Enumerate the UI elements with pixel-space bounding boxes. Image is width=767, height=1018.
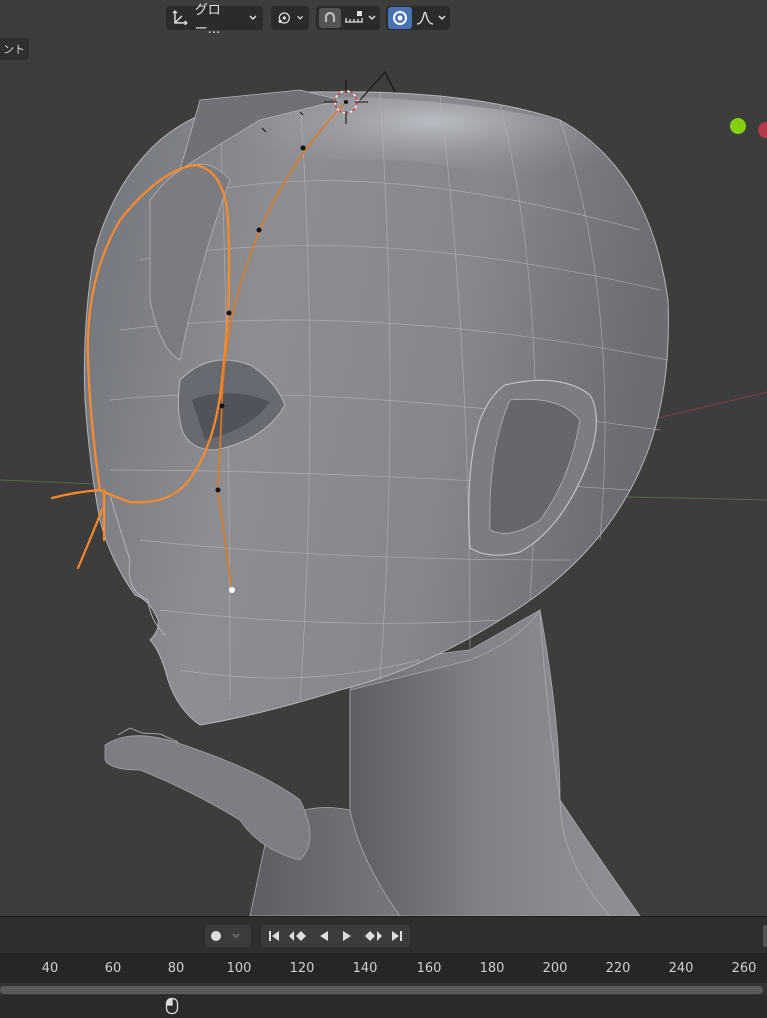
snap-magnet-icon (324, 11, 336, 22)
curve-point (215, 487, 221, 493)
frame-ruler[interactable]: 40 60 80 100 120 140 160 180 200 220 240… (0, 953, 767, 983)
curve-point (256, 227, 262, 233)
play-icon[interactable] (339, 929, 355, 943)
curve-point (219, 403, 225, 409)
jump-start-icon[interactable] (266, 929, 282, 943)
jump-end-icon[interactable] (389, 929, 405, 943)
pivot-point-dropdown[interactable] (271, 6, 309, 30)
curve-point-selected (229, 587, 235, 593)
viewport-scene (0, 71, 767, 916)
gizmo-x-axis-icon[interactable] (758, 122, 767, 138)
frame-tick: 200 (542, 961, 568, 976)
chevron-down-icon (368, 15, 376, 21)
prev-keyframe-icon[interactable] (288, 929, 310, 943)
frame-tick: 180 (479, 961, 505, 976)
frame-tick: 240 (668, 961, 694, 976)
proportional-editing-toggle[interactable] (388, 7, 412, 29)
sidebar-tab-label: ント (3, 43, 25, 56)
sidebar-tab[interactable]: ント (0, 38, 29, 60)
auto-keying-toggle[interactable] (205, 925, 251, 947)
proportional-falloff-dropdown[interactable] (416, 10, 447, 26)
snap-increment-icon (345, 11, 363, 23)
3d-viewport[interactable]: ント グロー... (0, 0, 767, 916)
frame-tick: 160 (416, 961, 442, 976)
transform-orientation-label: グロー... (194, 3, 221, 37)
frame-tick: 40 (41, 961, 59, 976)
transform-orientation-icon (172, 10, 188, 26)
frame-tick: 80 (167, 961, 185, 976)
play-reverse-icon[interactable] (316, 929, 332, 943)
chevron-down-icon (438, 15, 446, 21)
snap-group (316, 6, 380, 30)
record-icon (211, 931, 221, 941)
snap-toggle[interactable] (319, 8, 341, 28)
frame-tick: 260 (731, 961, 757, 976)
scrollbar-thumb[interactable] (0, 986, 763, 994)
curve-point (300, 145, 306, 151)
frame-tick: 100 (226, 961, 252, 976)
proportional-editing-group (386, 6, 450, 30)
frame-tick: 220 (605, 961, 631, 976)
next-keyframe-icon[interactable] (361, 929, 383, 943)
chevron-down-icon (249, 15, 257, 21)
transform-orientation-dropdown[interactable]: グロー... (166, 3, 263, 37)
snap-element-dropdown[interactable] (344, 10, 377, 26)
transport-controls (0, 917, 767, 953)
frame-tick: 140 (352, 961, 378, 976)
mouse-icon (165, 997, 179, 1015)
frame-tick: 60 (104, 961, 122, 976)
pivot-point-icon (278, 12, 290, 24)
smooth-falloff-icon (416, 11, 434, 25)
viewport-header: グロー... (0, 0, 767, 37)
timeline-editor: 40 60 80 100 120 140 160 180 200 220 240… (0, 916, 767, 1018)
curve-point (226, 310, 232, 316)
chevron-down-icon (232, 933, 240, 939)
proportional-editing-icon (393, 11, 407, 25)
frame-tick: 120 (289, 961, 315, 976)
status-strip (0, 995, 767, 1018)
playback-group (261, 925, 410, 947)
hand-mesh (104, 735, 311, 861)
scroll-edge (763, 925, 767, 947)
chevron-down-icon (296, 15, 303, 20)
timeline-scrollbar[interactable] (0, 983, 767, 995)
gizmo-y-axis-icon[interactable] (730, 118, 746, 134)
